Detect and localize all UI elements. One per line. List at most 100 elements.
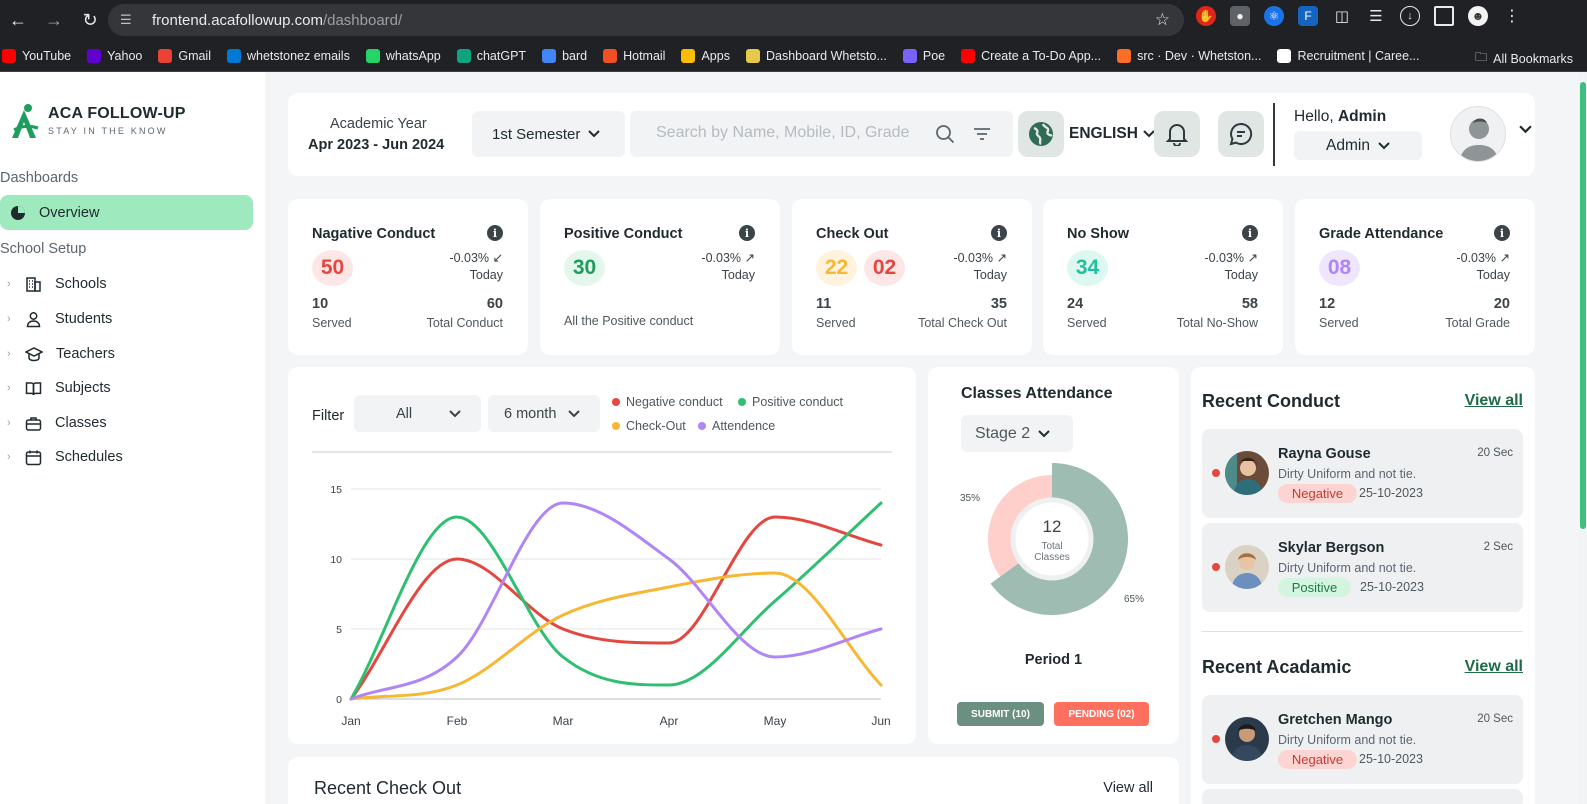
legend-item[interactable]: Attendence <box>698 419 775 433</box>
stat-card-no-show[interactable]: No Show i 34 -0.03% ↗ Today 24 58 Served… <box>1043 199 1283 355</box>
legend-item[interactable]: Positive conduct <box>738 395 843 409</box>
messages-button[interactable] <box>1218 111 1264 157</box>
bookmark-item[interactable]: Gmail <box>158 48 211 63</box>
list-item[interactable] <box>1202 789 1523 804</box>
sidebar-item-label: Overview <box>39 204 100 221</box>
back-button[interactable]: ← <box>0 0 36 40</box>
bookmark-item[interactable]: whetstonez emails <box>227 48 350 63</box>
bookmark-item[interactable]: Hotmail <box>603 48 665 63</box>
avatar[interactable] <box>1450 106 1506 162</box>
address-bar[interactable]: ☰ frontend.acafollowup.com/dashboard/ ☆ <box>108 4 1184 36</box>
site-settings-icon[interactable]: ☰ <box>120 12 138 28</box>
scrollbar-thumb[interactable] <box>1580 82 1586 529</box>
series-line[interactable] <box>349 515 883 701</box>
bookmark-favicon-icon <box>961 48 976 63</box>
extension-icon[interactable]: F <box>1298 6 1318 26</box>
bookmark-item[interactable]: Yahoo <box>87 48 143 63</box>
chevron-right-icon: › <box>7 348 11 360</box>
app-logo[interactable]: ACA FOLLOW-UP STAY IN THE KNOW <box>8 100 186 140</box>
recent-academic-view-all-link[interactable]: View all <box>1465 658 1523 676</box>
stage-dropdown[interactable]: Stage 2 <box>961 415 1073 452</box>
sidebar-item-label: Teachers <box>56 346 115 362</box>
all-bookmarks-button[interactable]: 🗀 All Bookmarks <box>1475 48 1573 69</box>
legend-label: Positive conduct <box>752 395 844 409</box>
semester-dropdown[interactable]: 1st Semester <box>472 111 625 157</box>
stat-total-label: Total Conduct <box>426 316 503 330</box>
stat-card-positive-conduct[interactable]: Positive Conduct i 30 -0.03% ↗ Today All… <box>540 199 780 355</box>
stat-served-count: 10 <box>312 296 329 312</box>
stat-card-check-out[interactable]: Check Out i 22 02 -0.03% ↗ Today 11 35 S… <box>792 199 1032 355</box>
menu-icon[interactable]: ⋮ <box>1502 6 1522 26</box>
recent-checkout-view-all-link[interactable]: View all <box>1103 780 1153 796</box>
sidebar-item-schedules[interactable]: › Schedules <box>0 445 123 469</box>
bookmark-item[interactable]: YouTube <box>2 48 71 63</box>
bookmark-item[interactable]: Recruitment | Caree... <box>1277 48 1420 63</box>
bookmark-item[interactable]: chatGPT <box>456 48 526 63</box>
info-icon[interactable]: i <box>487 225 503 241</box>
forward-button[interactable]: → <box>36 0 72 40</box>
academic-year-value[interactable]: Apr 2023 - Jun 2024 <box>308 137 444 153</box>
notifications-button[interactable] <box>1154 111 1200 157</box>
extension-icon[interactable]: ⚛ <box>1264 6 1284 26</box>
bookmark-item[interactable]: Create a To-Do App... <box>961 48 1101 63</box>
bookmark-item[interactable]: Poe <box>902 48 946 63</box>
bookmark-item[interactable]: Dashboard Whetsto... <box>745 48 887 63</box>
stat-served-label: Served <box>1067 316 1107 330</box>
role-dropdown[interactable]: Admin <box>1294 131 1422 160</box>
greeting-name: Admin <box>1337 108 1387 125</box>
stat-card-negative-conduct[interactable]: Nagative Conduct i 50 -0.03% ↙ Today 10 … <box>288 199 528 355</box>
info-icon[interactable]: i <box>991 225 1007 241</box>
bookmark-item[interactable]: whatsApp <box>365 48 441 63</box>
stat-card-grade-attendance[interactable]: Grade Attendance i 08 -0.03% ↗ Today 12 … <box>1295 199 1535 355</box>
y-tick-label: 0 <box>336 694 342 706</box>
chevron-down-icon[interactable] <box>1519 125 1532 134</box>
info-icon[interactable]: i <box>1242 225 1258 241</box>
bookmark-item[interactable]: src · Dev · Whetston... <box>1117 48 1261 63</box>
bookmark-favicon-icon <box>542 48 557 63</box>
bookmark-star-icon[interactable]: ☆ <box>1155 10 1170 30</box>
legend-item[interactable]: Negative conduct <box>612 395 723 409</box>
download-icon[interactable]: ↓ <box>1400 6 1420 26</box>
puzzle-icon[interactable]: ◫ <box>1332 6 1352 26</box>
list-item[interactable]: Gretchen Mango 20 Sec Dirty Uniform and … <box>1202 695 1523 784</box>
recent-conduct-view-all-link[interactable]: View all <box>1465 392 1523 410</box>
submit-badge[interactable]: SUBMIT (10) <box>957 702 1044 726</box>
sidebar-item-students[interactable]: › Students <box>0 307 112 331</box>
bookmark-label: Poe <box>922 48 946 63</box>
pending-badge[interactable]: PENDING (02) <box>1054 702 1149 726</box>
greeting: Hello, Admin <box>1294 108 1386 126</box>
stat-served-label: Served <box>816 316 856 330</box>
filter-icon[interactable] <box>972 125 992 143</box>
reload-button[interactable]: ↻ <box>72 0 108 40</box>
trend-down-icon: ↙ <box>492 251 503 265</box>
page-scrollbar[interactable] <box>1579 72 1587 804</box>
bookmark-item[interactable]: Apps <box>681 48 730 63</box>
media-icon[interactable]: ☰ <box>1366 6 1386 26</box>
recent-checkout-title: Recent Check Out <box>314 778 462 798</box>
sidebar-item-teachers[interactable]: › Teachers <box>0 342 115 366</box>
range-dropdown[interactable]: 6 month <box>488 395 600 432</box>
extension-icon[interactable]: ● <box>1230 6 1250 26</box>
profile-icon[interactable]: ☻ <box>1468 6 1488 26</box>
series-line[interactable] <box>349 501 883 701</box>
info-icon[interactable]: i <box>1494 225 1510 241</box>
side-panel-icon[interactable] <box>1434 6 1454 26</box>
sidebar-item-classes[interactable]: › Classes <box>0 411 107 435</box>
language-selector[interactable]: ENGLISH <box>1069 125 1155 143</box>
sidebar-item-subjects[interactable]: › Subjects <box>0 376 111 400</box>
list-item[interactable]: Skylar Bergson 2 Sec Dirty Uniform and n… <box>1202 523 1523 612</box>
sidebar-item-schools[interactable]: › Schools <box>0 272 107 296</box>
stat-served-label: Served <box>1319 316 1359 330</box>
bookmark-item[interactable]: bard <box>542 48 587 63</box>
list-item[interactable]: Rayna Gouse 20 Sec Dirty Uniform and not… <box>1202 429 1523 518</box>
sidebar-item-overview[interactable]: Overview <box>0 195 253 230</box>
globe-button[interactable] <box>1018 111 1064 157</box>
search-input[interactable] <box>656 124 926 142</box>
info-icon[interactable]: i <box>739 225 755 241</box>
series-line[interactable] <box>349 501 883 701</box>
legend-item[interactable]: Check-Out <box>612 419 686 433</box>
search-icon[interactable] <box>935 124 955 144</box>
filter-dropdown[interactable]: All <box>354 395 481 432</box>
bookmark-label: Yahoo <box>107 48 143 63</box>
extension-icon[interactable]: ✋ <box>1196 6 1216 26</box>
